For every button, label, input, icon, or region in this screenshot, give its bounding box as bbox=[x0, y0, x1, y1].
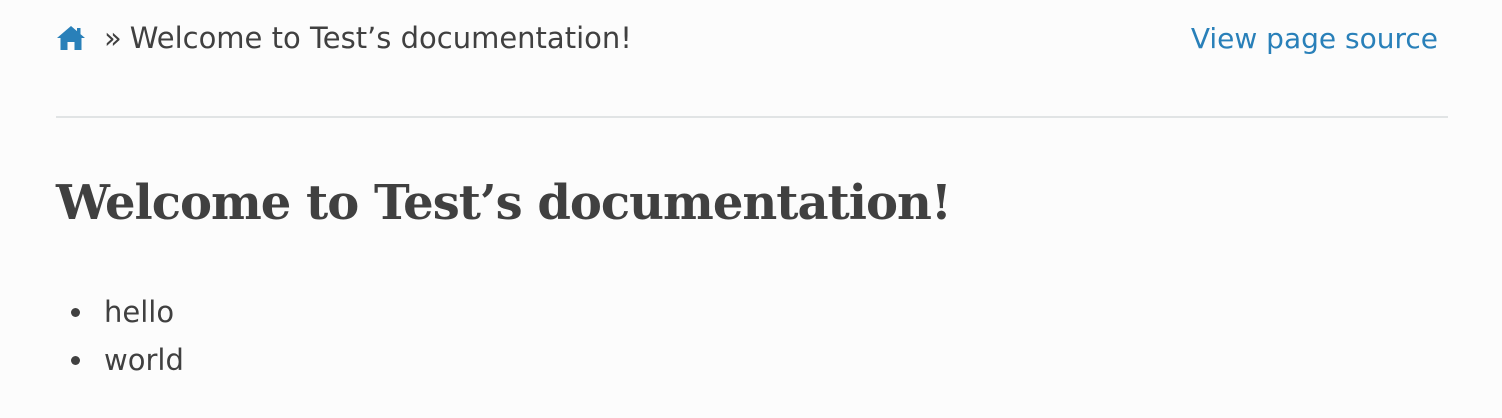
page-title: Welcome to Test’s documentation! bbox=[56, 175, 952, 231]
view-page-source-link[interactable]: View page source bbox=[1191, 22, 1438, 55]
breadcrumb-separator: » bbox=[104, 21, 122, 55]
content-list: hello world bbox=[56, 288, 184, 384]
divider bbox=[56, 116, 1448, 118]
list-item: hello bbox=[56, 288, 184, 336]
breadcrumb: » Welcome to Test’s documentation! View … bbox=[56, 18, 1448, 62]
list-item-label: hello bbox=[104, 295, 175, 329]
list-item: world bbox=[56, 336, 184, 384]
document-page: » Welcome to Test’s documentation! View … bbox=[0, 0, 1502, 418]
bullet-icon bbox=[71, 356, 80, 365]
breadcrumb-current-page: Welcome to Test’s documentation! bbox=[129, 21, 632, 55]
list-item-label: world bbox=[104, 343, 184, 377]
bullet-icon bbox=[71, 308, 80, 317]
home-icon[interactable] bbox=[56, 23, 86, 53]
breadcrumb-trail: » Welcome to Test’s documentation! bbox=[56, 18, 632, 58]
